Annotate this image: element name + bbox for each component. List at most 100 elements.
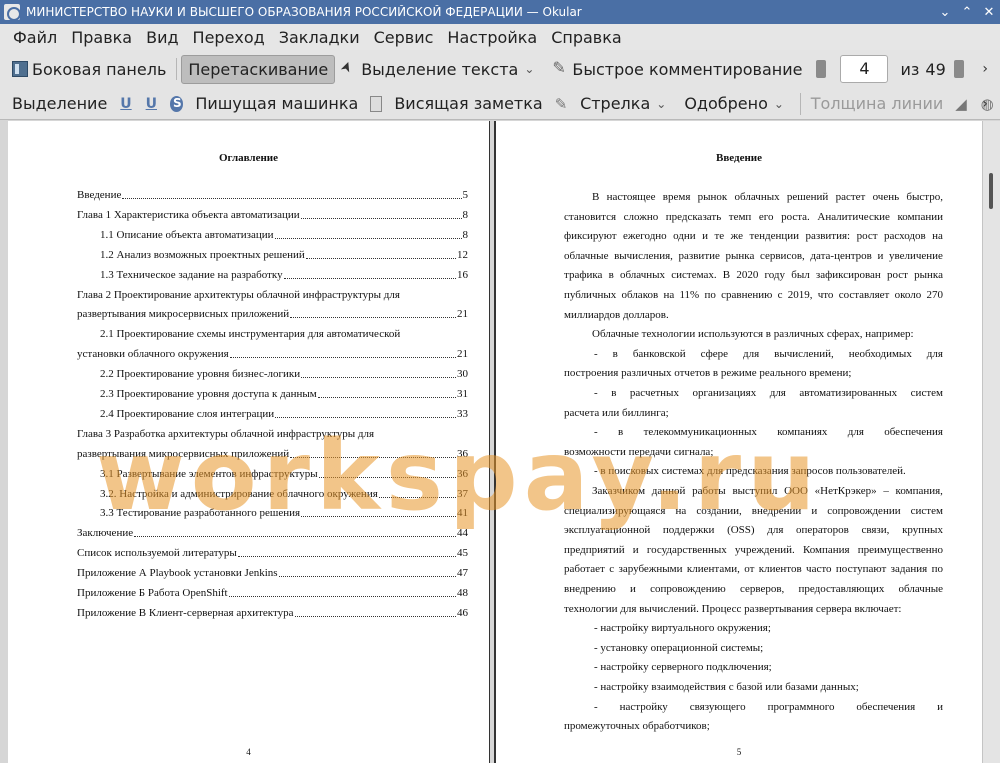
underline-icon[interactable]: U bbox=[119, 96, 132, 112]
color-picker-icon[interactable]: ◢ bbox=[955, 96, 968, 112]
body-text-word: и bbox=[632, 543, 639, 556]
cursor-icon bbox=[341, 61, 357, 77]
document-page-left: Оглавление Введение 5 Глава 1 Характеристи… bbox=[8, 121, 490, 763]
menu-edit[interactable]: Правка bbox=[64, 28, 139, 47]
body-text-word: для bbox=[769, 387, 786, 399]
arrow-tool-button[interactable]: Стрелка ⌄ bbox=[574, 90, 678, 117]
scrollbar-thumb[interactable] bbox=[989, 173, 993, 209]
body-text-word: сервисов, bbox=[759, 249, 805, 262]
toc-entry[interactable]: 2.2 Проектирование уровня бизнес-логики 3… bbox=[100, 368, 468, 381]
toc-entry[interactable]: 1.2 Анализ возможных проектных решений 12 bbox=[100, 249, 468, 262]
line-width-button[interactable]: Толщина линии bbox=[805, 90, 950, 117]
annotation-toolbar-overflow-icon[interactable]: › bbox=[982, 96, 988, 112]
previous-page-icon[interactable] bbox=[816, 60, 827, 78]
menu-bookmarks[interactable]: Закладки bbox=[272, 28, 367, 47]
body-text-word: сопровождении bbox=[827, 504, 901, 517]
toc-entry[interactable]: 3.1 Развертывание элементов инфраструкту… bbox=[100, 468, 468, 481]
body-text-word: время bbox=[662, 191, 691, 203]
body-text-word: В bbox=[592, 191, 600, 203]
body-text-word: сопровождению bbox=[650, 583, 726, 595]
toc-leader-dots bbox=[228, 596, 456, 597]
arrow-tool-label: Стрелка bbox=[580, 94, 651, 113]
toc-entry-text: развертывания микросервисных приложений bbox=[77, 447, 290, 460]
body-text-word: от bbox=[744, 563, 755, 576]
toc-entry[interactable]: развертывания микросервисных приложений 3… bbox=[77, 448, 468, 461]
body-text-word: развитие bbox=[678, 249, 720, 262]
document-page-right: Введение Внастоящее время рынок облачных реш… bbox=[494, 121, 982, 763]
body-text-word: часто bbox=[806, 563, 832, 576]
body-text-word: и bbox=[937, 700, 943, 713]
toc-entry[interactable]: развертывания микросервисных приложений 2… bbox=[77, 308, 468, 321]
toc-entry[interactable]: 3.2. Настройка и администрирование облач… bbox=[100, 488, 468, 501]
chevron-down-icon: ⌄ bbox=[773, 96, 784, 111]
toc-entry[interactable]: 1.3 Техническое задание на разработку 16 bbox=[100, 269, 468, 282]
maximize-button[interactable]: ⌃ bbox=[956, 5, 978, 20]
body-text-word: банковской bbox=[632, 347, 686, 360]
minimize-button[interactable]: ⌄ bbox=[934, 5, 956, 20]
quick-annotations-label: Быстрое комментирование bbox=[572, 59, 803, 79]
toc-entry[interactable]: 2.3 Проектирование уровня доступа к данн… bbox=[100, 388, 468, 401]
toc-entry[interactable]: установки облачного окружения 21 bbox=[77, 348, 468, 361]
body-text-line: - в поисковых системах для предсказания … bbox=[594, 465, 906, 478]
toc-entry[interactable]: Приложение А Playbook установки Jenkins 4… bbox=[77, 567, 468, 580]
body-text-word: его bbox=[758, 210, 774, 223]
toc-entry[interactable]: Введение 5 bbox=[77, 189, 468, 202]
close-button[interactable]: ✕ bbox=[978, 5, 1000, 20]
strikeout-icon[interactable] bbox=[169, 95, 184, 112]
text-selection-tool-button[interactable]: Выделение текста ⌄ bbox=[335, 56, 546, 83]
body-text-word: ООО bbox=[784, 485, 808, 497]
body-text-word: настройку bbox=[619, 700, 668, 713]
toc-entry[interactable]: 1.1 Описание объекта автоматизации 8 bbox=[100, 229, 468, 242]
toc-entry[interactable]: 2.4 Проектирование слоя интеграции 33 bbox=[100, 408, 468, 421]
body-text-word: в bbox=[608, 269, 614, 282]
body-text-word: вычислений, bbox=[774, 347, 834, 360]
menu-go[interactable]: Переход bbox=[186, 28, 272, 47]
menu-settings[interactable]: Настройка bbox=[440, 28, 544, 47]
menu-help[interactable]: Справка bbox=[544, 28, 629, 47]
body-text-word: компаниях bbox=[777, 426, 828, 439]
toc-entry-page: 37 bbox=[457, 487, 468, 500]
squiggle-icon[interactable]: U bbox=[145, 96, 158, 112]
quick-annotations-button[interactable]: Быстрое комментирование bbox=[546, 56, 808, 83]
toc-entry[interactable]: 3.3 Тестирование разработанного решения 4… bbox=[100, 507, 468, 520]
body-text-word: становится bbox=[564, 210, 617, 223]
body-text-word: поступают bbox=[835, 563, 887, 576]
sidebar-toggle-button[interactable]: Боковая панель bbox=[6, 56, 172, 83]
body-text-line: специализирующаяся на создании, внедрении и с… bbox=[564, 505, 943, 518]
menu-file[interactable]: Файл bbox=[6, 28, 64, 47]
toc-entry-text: 3.3 Тестирование разработанного решения bbox=[100, 507, 301, 520]
body-text-word: 11% bbox=[679, 289, 700, 301]
toc-entry[interactable]: Список используемой литературы 45 bbox=[77, 547, 468, 560]
toc-entry[interactable]: Приложение Б Работа OpenShift 48 bbox=[77, 587, 468, 600]
page-number-input[interactable]: 4 bbox=[840, 55, 889, 83]
typewriter-tool-button[interactable]: Пишущая машинка bbox=[189, 90, 364, 117]
toc-entry[interactable]: Глава 1 Характеристика объекта автоматиз… bbox=[77, 209, 468, 222]
toc-entry[interactable]: Приложение В Клиент-серверная архитектур… bbox=[77, 607, 468, 620]
body-text-word: выступил bbox=[732, 485, 778, 497]
browse-tool-button[interactable]: Перетаскивание bbox=[181, 54, 336, 84]
toc-entry-page: 8 bbox=[462, 208, 469, 221]
toc-entry-page: 47 bbox=[457, 567, 468, 580]
body-text-word: - bbox=[594, 426, 598, 439]
body-text-word: рост bbox=[887, 269, 908, 282]
toc-leader-dots bbox=[134, 536, 456, 538]
toc-leader-dots bbox=[290, 456, 456, 458]
vertical-scrollbar[interactable] bbox=[982, 121, 1000, 763]
toc-entry-text: Заключение bbox=[77, 527, 134, 540]
body-text-word: для bbox=[743, 347, 760, 360]
next-page-icon[interactable] bbox=[953, 60, 964, 78]
toc-entry[interactable]: Заключение 44 bbox=[77, 527, 468, 540]
toc-entry-text: 2.3 Проектирование уровня доступа к данн… bbox=[100, 388, 317, 400]
menu-tools[interactable]: Сервис bbox=[367, 28, 441, 47]
body-text-line: публичных облаков на 11% по сравнению с 2019, чт… bbox=[564, 289, 943, 302]
toolbar-overflow-icon[interactable]: › bbox=[982, 61, 988, 77]
highlight-tool-button[interactable]: Выделение bbox=[6, 90, 113, 117]
sticky-note-tool-button[interactable]: Висящая заметка bbox=[388, 90, 548, 117]
menu-view[interactable]: Вид bbox=[139, 28, 185, 47]
toc-leader-dots bbox=[274, 237, 462, 239]
body-text-word: расчетных bbox=[629, 387, 679, 399]
toc-entry-text: Список используемой литературы bbox=[77, 547, 237, 560]
body-text-word: - bbox=[594, 700, 598, 713]
stamp-tool-button[interactable]: Одобрено ⌄ bbox=[678, 90, 796, 117]
document-viewport[interactable]: Оглавление Введение 5 Глава 1 Характеристи… bbox=[0, 121, 1000, 763]
